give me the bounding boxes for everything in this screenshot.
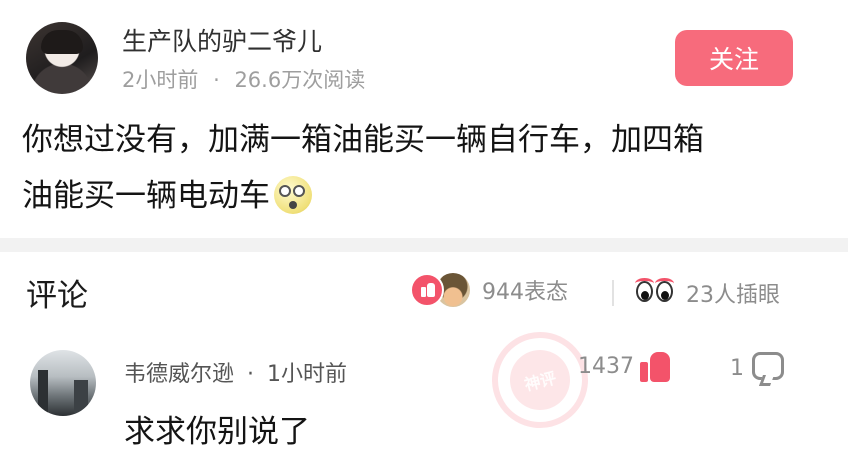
- comment-item: 韦德威尔逊 · 1小时前 求求你别说了 神评 1437 1: [0, 321, 848, 453]
- post-content-text: 油能买一辆电动车: [22, 178, 270, 214]
- author-avatar[interactable]: [26, 22, 98, 94]
- meta-separator: ·: [213, 68, 220, 92]
- comments-title: 评论: [26, 278, 88, 314]
- commenter-meta: 韦德威尔逊 · 1小时前: [124, 356, 347, 388]
- post-card: 生产队的驴二爷儿 2小时前 · 26.6万次阅读 关注 你想过没有，加满一箱油能…: [0, 0, 848, 238]
- commenter-avatar[interactable]: [30, 350, 96, 416]
- section-divider: [0, 238, 848, 252]
- like-icon: [410, 273, 444, 307]
- comment-reply-count: 1: [730, 356, 744, 381]
- post-time: 2小时前: [122, 68, 199, 92]
- post-content-line1: 你想过没有，加满一箱油能买一辆自行车，加四箱: [22, 122, 704, 158]
- reactions-summary[interactable]: 944表态: [410, 270, 568, 310]
- author-name[interactable]: 生产队的驴二爷儿: [122, 22, 322, 58]
- emoji-shocked-icon: [274, 176, 312, 214]
- header-separator: [612, 280, 614, 306]
- comment-time: 1小时前: [267, 362, 348, 387]
- reply-icon[interactable]: [752, 352, 784, 380]
- comment-like-count: 1437: [578, 354, 634, 379]
- hot-comment-badge-label: 神评: [503, 343, 577, 417]
- reaction-count: 944表态: [482, 280, 568, 305]
- comments-header: 评论 944表态 23人插眼: [0, 252, 848, 330]
- follow-button[interactable]: 关注: [675, 30, 793, 86]
- post-content: 你想过没有，加满一箱油能买一辆自行车，加四箱 油能买一辆电动车: [22, 112, 812, 224]
- post-meta: 2小时前 · 26.6万次阅读: [122, 64, 365, 94]
- commenter-name[interactable]: 韦德威尔逊: [124, 362, 234, 387]
- read-count: 26.6万次阅读: [234, 68, 366, 92]
- comment-text: 求求你别说了: [124, 414, 310, 450]
- thumb-up-icon[interactable]: [640, 350, 674, 384]
- eyes-icon[interactable]: [635, 278, 676, 306]
- comment-meta-separator: ·: [247, 362, 255, 387]
- post-content-line2: 油能买一辆电动车: [22, 168, 812, 224]
- hot-comment-badge: 神评: [481, 321, 599, 439]
- poke-count[interactable]: 23人插眼: [686, 277, 780, 309]
